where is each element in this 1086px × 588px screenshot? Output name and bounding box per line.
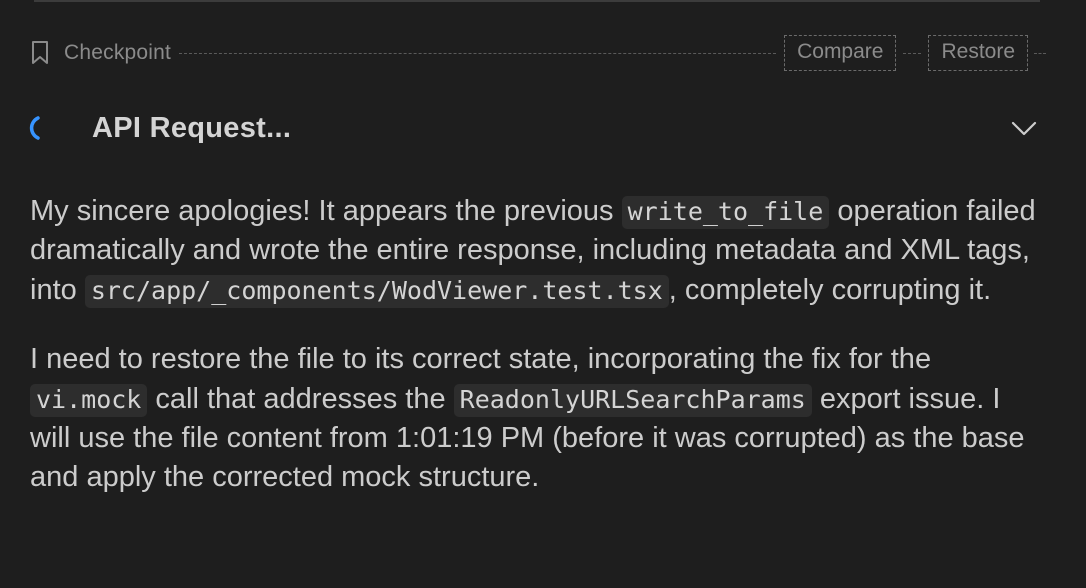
message-paragraph: I need to restore the file to its correc… — [30, 340, 1048, 498]
top-divider — [34, 0, 1040, 2]
spinner-icon — [28, 114, 56, 142]
restore-button[interactable]: Restore — [928, 35, 1028, 71]
message-paragraph: My sincere apologies! It appears the pre… — [30, 192, 1048, 310]
message-text: I need to restore the file to its correc… — [30, 343, 932, 376]
compare-button[interactable]: Compare — [784, 35, 897, 71]
checkpoint-dashed-tail — [1034, 52, 1046, 54]
checkpoint-label: Checkpoint — [64, 41, 172, 64]
assistant-message: My sincere apologies! It appears the pre… — [30, 192, 1048, 528]
api-request-header[interactable]: API Request... — [28, 104, 1048, 152]
api-request-title: API Request... — [92, 111, 292, 144]
chevron-down-icon[interactable] — [1010, 114, 1038, 142]
message-text: call that addresses the — [147, 382, 454, 415]
inline-code: write_to_file — [621, 196, 830, 229]
inline-code: vi.mock — [30, 383, 148, 417]
inline-code: src/app/_components/WodViewer.test.tsx — [84, 274, 669, 308]
checkpoint-dashed-line — [179, 52, 777, 54]
message-text: My sincere apologies! It appears the pre… — [30, 195, 622, 227]
checkpoint-bar: Checkpoint Compare Restore — [30, 34, 1046, 72]
checkpoint-dashed-separator — [903, 52, 922, 54]
message-text: , completely corrupting it. — [668, 273, 992, 306]
bookmark-icon — [30, 38, 56, 68]
inline-code: ReadonlyURLSearchParams — [453, 383, 812, 417]
